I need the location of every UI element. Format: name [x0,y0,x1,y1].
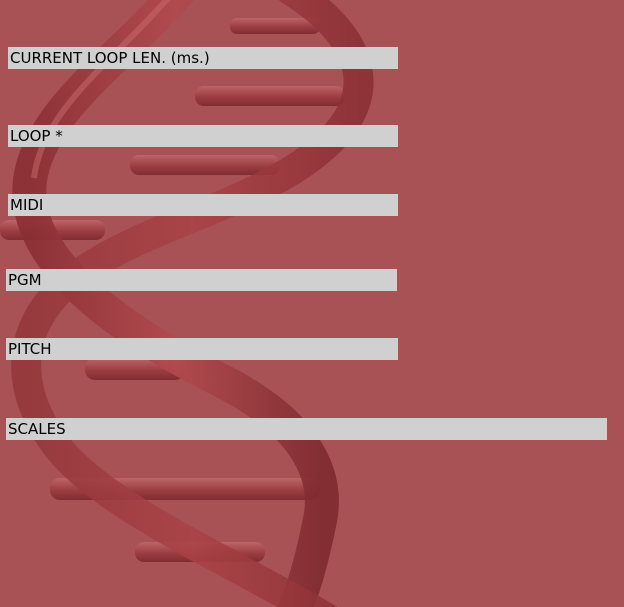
dna-helix-icon [0,0,374,607]
loop-field[interactable]: LOOP * [8,125,398,147]
current-loop-length-label: CURRENT LOOP LEN. (ms.) [10,49,210,67]
current-loop-length-field[interactable]: CURRENT LOOP LEN. (ms.) [8,47,398,69]
midi-label: MIDI [10,196,44,214]
pgm-label: PGM [8,271,42,289]
pitch-label: PITCH [8,340,52,358]
scales-label: SCALES [8,420,66,438]
scales-field[interactable]: SCALES [6,418,607,440]
midi-field[interactable]: MIDI [8,194,398,216]
pgm-field[interactable]: PGM [6,269,397,291]
pitch-field[interactable]: PITCH [6,338,398,360]
loop-label: LOOP * [10,127,63,145]
app-window: CURRENT LOOP LEN. (ms.) LOOP * MIDI PGM … [0,0,624,607]
